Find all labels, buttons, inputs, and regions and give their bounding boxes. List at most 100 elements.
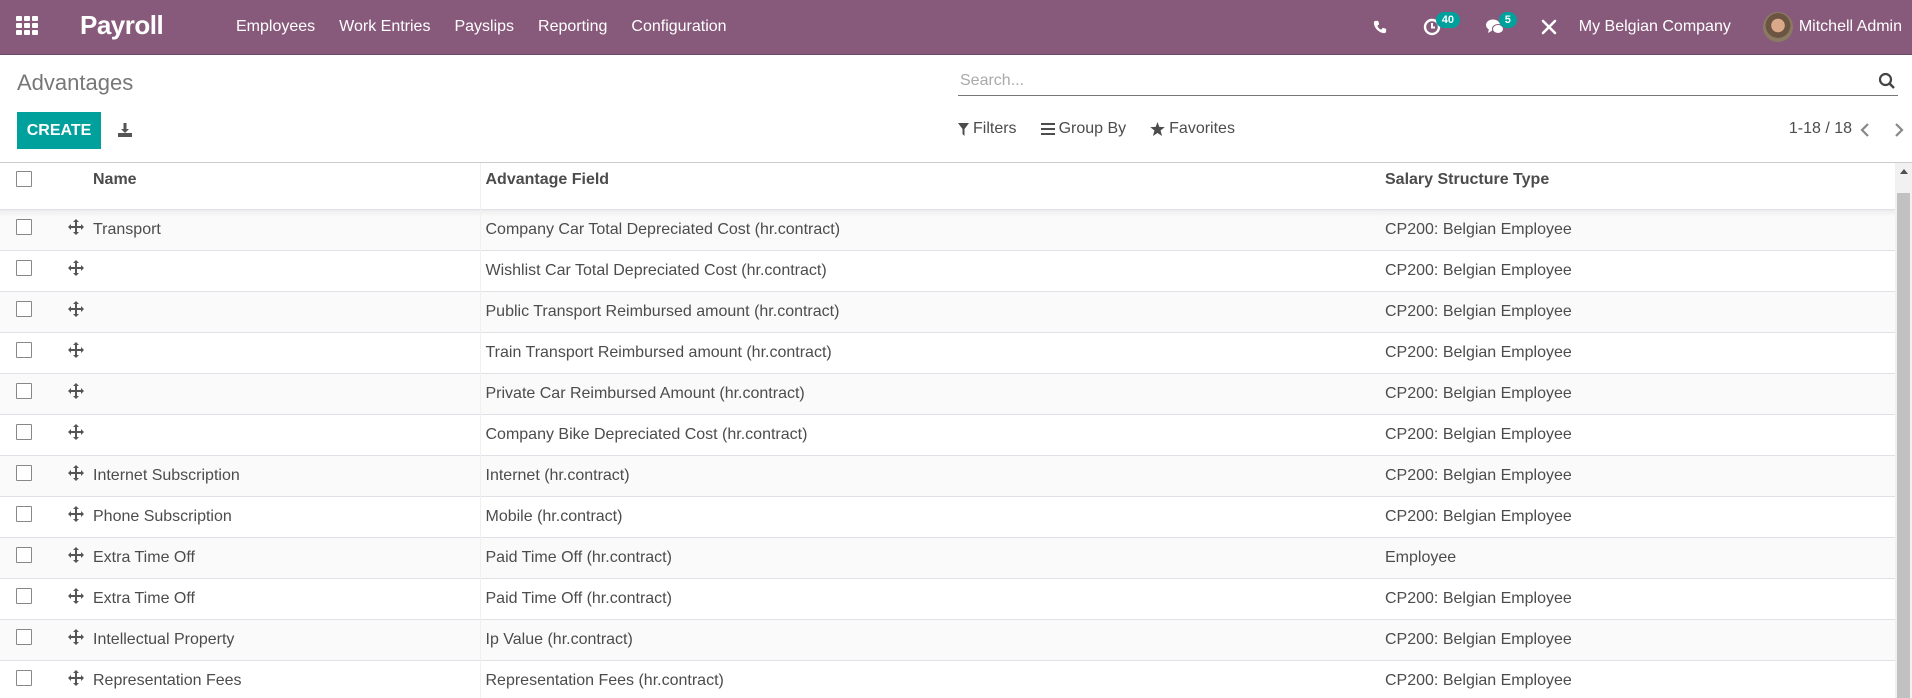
activity-button[interactable]: 40: [1423, 12, 1461, 36]
cell-advantage-field[interactable]: Wishlist Car Total Depreciated Cost (hr.…: [480, 249, 1380, 291]
table-row[interactable]: Phone Subscription Mobile (hr.contract) CP…: [0, 495, 1895, 537]
cell-salary-structure-type[interactable]: Employee: [1380, 536, 1895, 578]
cell-name[interactable]: Representation Fees: [88, 659, 481, 698]
cell-salary-structure-type[interactable]: CP200: Belgian Employee: [1380, 618, 1895, 660]
drag-handle-icon[interactable]: [68, 424, 84, 440]
drag-handle-icon[interactable]: [68, 342, 84, 358]
cell-salary-structure-type[interactable]: CP200: Belgian Employee: [1380, 413, 1895, 455]
row-checkbox[interactable]: [16, 506, 32, 522]
row-checkbox[interactable]: [16, 670, 32, 687]
row-checkbox[interactable]: [16, 383, 32, 399]
apps-menu-icon[interactable]: [16, 16, 38, 36]
cell-name[interactable]: [88, 290, 481, 332]
cell-advantage-field[interactable]: Company Car Total Depreciated Cost (hr.c…: [480, 208, 1380, 250]
user-menu[interactable]: Mitchell Admin: [1762, 12, 1902, 42]
cell-name[interactable]: Extra Time Off: [88, 577, 481, 619]
cell-advantage-field[interactable]: Ip Value (hr.contract): [480, 618, 1380, 660]
table-row[interactable]: Train Transport Reimbursed amount (hr.co…: [0, 331, 1895, 373]
cell-advantage-field[interactable]: Public Transport Reimbursed amount (hr.c…: [480, 290, 1380, 332]
cell-name[interactable]: [88, 249, 481, 291]
row-checkbox[interactable]: [16, 547, 32, 563]
table-row[interactable]: Extra Time Off Paid Time Off (hr.contract…: [0, 577, 1895, 619]
scroll-up-arrow[interactable]: [1895, 163, 1912, 180]
chevron-left-icon[interactable]: [1858, 122, 1872, 138]
table-row[interactable]: Internet Subscription Internet (hr.contra…: [0, 454, 1895, 496]
cell-name[interactable]: [88, 413, 481, 455]
vertical-scrollbar[interactable]: [1895, 163, 1912, 698]
cell-salary-structure-type[interactable]: CP200: Belgian Employee: [1380, 372, 1895, 414]
cell-advantage-field[interactable]: Private Car Reimbursed Amount (hr.contra…: [480, 372, 1380, 414]
column-header-name[interactable]: Name: [88, 163, 481, 209]
select-all-checkbox[interactable]: [16, 171, 32, 187]
cell-salary-structure-type[interactable]: CP200: Belgian Employee: [1380, 659, 1895, 698]
row-checkbox[interactable]: [16, 424, 32, 440]
company-switcher[interactable]: My Belgian Company: [1579, 18, 1731, 36]
cell-advantage-field[interactable]: Paid Time Off (hr.contract): [480, 536, 1380, 578]
cell-name[interactable]: Internet Subscription: [88, 454, 481, 496]
scrollbar-thumb[interactable]: [1897, 193, 1910, 698]
debug-tools-button[interactable]: [1541, 19, 1557, 35]
table-row[interactable]: Intellectual Property Ip Value (hr.contra…: [0, 618, 1895, 660]
menu-configuration[interactable]: Configuration: [619, 18, 738, 36]
group-by-button[interactable]: Group By: [1040, 120, 1126, 138]
pager-value[interactable]: 1-18 / 18: [1789, 120, 1852, 138]
cell-salary-structure-type[interactable]: CP200: Belgian Employee: [1380, 208, 1895, 250]
row-checkbox[interactable]: [16, 342, 32, 358]
column-header-salary-structure-type[interactable]: Salary Structure Type: [1380, 163, 1895, 209]
phone-button[interactable]: [1373, 20, 1387, 34]
cell-salary-structure-type[interactable]: CP200: Belgian Employee: [1380, 495, 1895, 537]
cell-advantage-field[interactable]: Company Bike Depreciated Cost (hr.contra…: [480, 413, 1380, 455]
search-icon[interactable]: [1878, 72, 1896, 90]
cell-salary-structure-type[interactable]: CP200: Belgian Employee: [1380, 249, 1895, 291]
table-row[interactable]: Transport Company Car Total Depreciated C…: [0, 208, 1895, 250]
create-button[interactable]: CREATE: [17, 112, 101, 149]
drag-handle-icon[interactable]: [68, 547, 84, 563]
download-icon[interactable]: [117, 122, 133, 138]
drag-handle-icon[interactable]: [68, 301, 84, 317]
cell-salary-structure-type[interactable]: CP200: Belgian Employee: [1380, 454, 1895, 496]
app-title[interactable]: Payroll: [80, 10, 164, 41]
messages-button[interactable]: 5: [1485, 12, 1517, 36]
menu-reporting[interactable]: Reporting: [526, 18, 619, 36]
menu-payslips[interactable]: Payslips: [442, 18, 526, 36]
chevron-right-icon[interactable]: [1892, 122, 1906, 138]
cell-advantage-field[interactable]: Internet (hr.contract): [480, 454, 1380, 496]
table-row[interactable]: Representation Fees Representation Fees (…: [0, 659, 1895, 698]
cell-salary-structure-type[interactable]: CP200: Belgian Employee: [1380, 577, 1895, 619]
drag-handle-icon[interactable]: [68, 629, 84, 645]
row-checkbox[interactable]: [16, 465, 32, 481]
cell-salary-structure-type[interactable]: CP200: Belgian Employee: [1380, 290, 1895, 332]
table-row[interactable]: Company Bike Depreciated Cost (hr.contra…: [0, 413, 1895, 455]
cell-advantage-field[interactable]: Train Transport Reimbursed amount (hr.co…: [480, 331, 1380, 373]
drag-handle-icon[interactable]: [68, 588, 84, 604]
cell-name[interactable]: Extra Time Off: [88, 536, 481, 578]
table-row[interactable]: Extra Time Off Paid Time Off (hr.contract…: [0, 536, 1895, 578]
filters-button[interactable]: Filters: [958, 120, 1017, 138]
drag-handle-icon[interactable]: [68, 506, 84, 522]
search-input[interactable]: [958, 71, 1898, 90]
cell-advantage-field[interactable]: Representation Fees (hr.contract): [480, 659, 1380, 698]
cell-name[interactable]: Intellectual Property: [88, 618, 481, 660]
column-header-advantage-field[interactable]: Advantage Field: [480, 163, 1380, 209]
drag-handle-icon[interactable]: [68, 383, 84, 399]
drag-handle-icon[interactable]: [68, 670, 84, 687]
row-checkbox[interactable]: [16, 301, 32, 317]
drag-handle-icon[interactable]: [68, 219, 84, 235]
drag-handle-icon[interactable]: [68, 260, 84, 276]
row-checkbox[interactable]: [16, 260, 32, 276]
favorites-button[interactable]: Favorites: [1150, 120, 1235, 138]
cell-advantage-field[interactable]: Paid Time Off (hr.contract): [480, 577, 1380, 619]
cell-name[interactable]: [88, 372, 481, 414]
row-checkbox[interactable]: [16, 219, 32, 235]
row-checkbox[interactable]: [16, 629, 32, 645]
menu-employees[interactable]: Employees: [224, 18, 327, 36]
cell-advantage-field[interactable]: Mobile (hr.contract): [480, 495, 1380, 537]
table-row[interactable]: Private Car Reimbursed Amount (hr.contra…: [0, 372, 1895, 414]
table-row[interactable]: Wishlist Car Total Depreciated Cost (hr.…: [0, 249, 1895, 291]
cell-name[interactable]: Phone Subscription: [88, 495, 481, 537]
row-checkbox[interactable]: [16, 588, 32, 604]
cell-name[interactable]: Transport: [88, 208, 481, 250]
drag-handle-icon[interactable]: [68, 465, 84, 481]
cell-salary-structure-type[interactable]: CP200: Belgian Employee: [1380, 331, 1895, 373]
table-row[interactable]: Public Transport Reimbursed amount (hr.c…: [0, 290, 1895, 332]
